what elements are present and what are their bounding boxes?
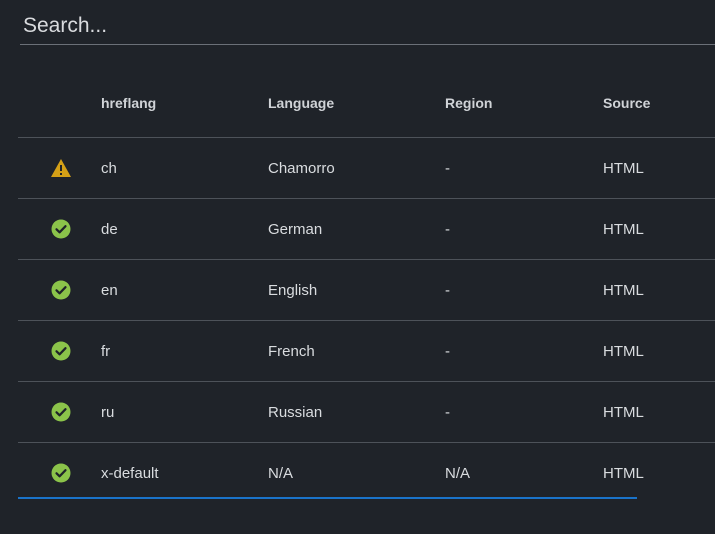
cell-region: - (445, 281, 450, 299)
cell-source: HTML (603, 281, 644, 299)
cell-language: English (268, 281, 318, 299)
column-header-source[interactable]: Source (603, 68, 650, 137)
cell-language: French (268, 342, 315, 360)
cell-source: HTML (603, 220, 644, 238)
cell-region: - (445, 342, 450, 360)
search-bar (20, 8, 715, 45)
table-row[interactable]: de German - HTML (18, 199, 715, 260)
cell-language: German (268, 220, 323, 238)
column-header-region[interactable]: Region (445, 68, 492, 137)
cell-hreflang: fr (101, 342, 111, 360)
table-scroll-indicator (18, 497, 637, 499)
check-circle-icon (48, 443, 74, 503)
cell-hreflang: de (101, 220, 118, 238)
check-circle-icon (48, 321, 74, 381)
cell-hreflang: x-default (101, 464, 159, 482)
cell-source: HTML (603, 403, 644, 421)
cell-hreflang: ch (101, 159, 117, 177)
table-row[interactable]: ru Russian - HTML (18, 382, 715, 443)
cell-hreflang: en (101, 281, 118, 299)
check-circle-icon (48, 199, 74, 259)
warning-icon (48, 138, 74, 198)
cell-language: Chamorro (268, 159, 335, 177)
cell-source: HTML (603, 342, 644, 360)
table-row[interactable]: fr French - HTML (18, 321, 715, 382)
cell-region: - (445, 403, 450, 421)
cell-hreflang: ru (101, 403, 115, 421)
search-input[interactable] (20, 8, 715, 44)
cell-source: HTML (603, 464, 644, 482)
cell-language: N/A (268, 464, 294, 482)
column-header-status[interactable] (48, 68, 74, 137)
column-header-language[interactable]: Language (268, 68, 334, 137)
cell-region: - (445, 220, 450, 238)
table-header-row: hreflang Language Region Source (18, 68, 715, 138)
table-row[interactable]: en English - HTML (18, 260, 715, 321)
table-row[interactable]: ch Chamorro - HTML (18, 138, 715, 199)
cell-source: HTML (603, 159, 644, 177)
table-row[interactable]: x-default N/A N/A HTML (18, 443, 715, 503)
check-circle-icon (48, 382, 74, 442)
cell-region: N/A (445, 464, 471, 482)
cell-language: Russian (268, 403, 323, 421)
column-header-hreflang[interactable]: hreflang (101, 68, 156, 137)
cell-region: - (445, 159, 450, 177)
check-circle-icon (48, 260, 74, 320)
hreflang-table: hreflang Language Region Source ch Chamo… (18, 68, 715, 503)
